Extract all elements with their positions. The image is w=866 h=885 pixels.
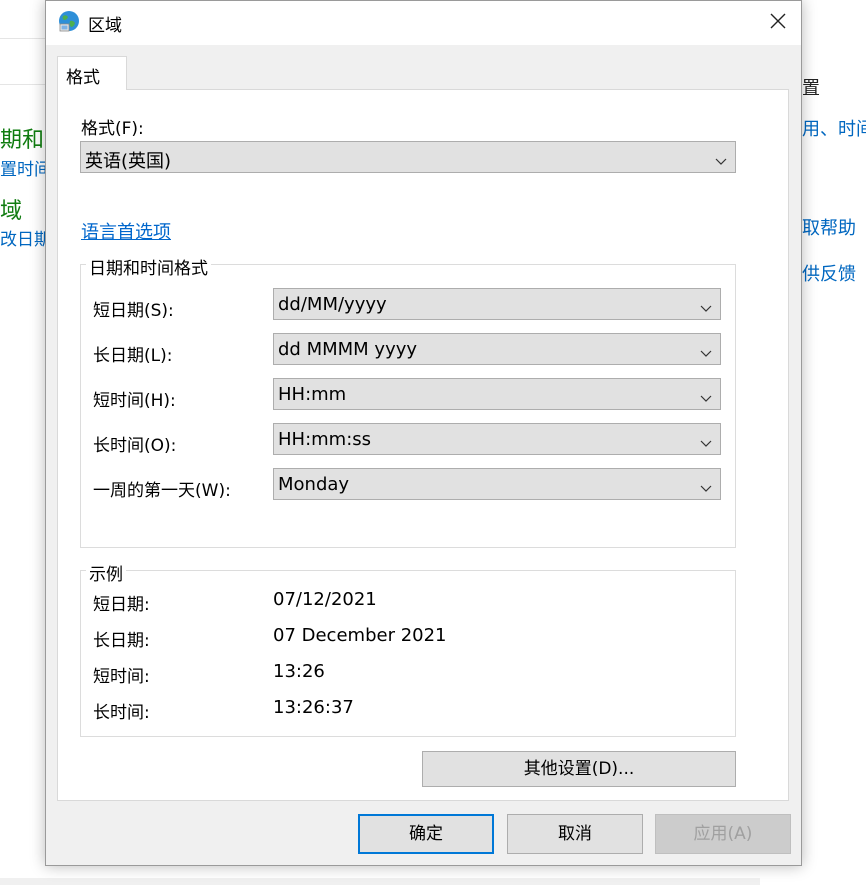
chevron-down-icon xyxy=(700,478,712,492)
format-dropdown-value: 英语(英国) xyxy=(85,151,172,172)
short-time-label: 短时间(H): xyxy=(93,391,176,411)
example-long-time-value: 13:26:37 xyxy=(273,697,354,718)
example-short-time-value: 13:26 xyxy=(273,661,325,682)
background-link-change-date[interactable]: 改日期 xyxy=(0,225,51,250)
other-settings-button[interactable]: 其他设置(D)... xyxy=(422,751,736,787)
first-day-of-week-value: Monday xyxy=(278,474,350,495)
example-long-date-value: 07 December 2021 xyxy=(273,625,447,646)
example-short-date-label: 短日期: xyxy=(93,595,150,615)
long-time-label: 长时间(O): xyxy=(93,436,177,456)
region-dialog: 区域 格式 格式(F): 英语(英国) 语言首选项 日期和时间格式 短日期(S)… xyxy=(45,0,802,866)
background-link-get-help[interactable]: 取帮助 xyxy=(802,214,856,240)
chevron-down-icon xyxy=(700,343,712,357)
long-time-value: HH:mm:ss xyxy=(278,429,372,450)
globe-icon xyxy=(58,10,80,32)
datetime-format-group: 日期和时间格式 短日期(S): dd/MM/yyyy 长日期(L): dd MM… xyxy=(80,254,736,548)
background-link-set-time[interactable]: 置时间 xyxy=(0,155,51,180)
apply-button: 应用(A) xyxy=(655,814,791,854)
background-link-related[interactable]: 用、时间 xyxy=(802,115,866,141)
chevron-down-icon xyxy=(700,298,712,312)
cancel-button[interactable]: 取消 xyxy=(507,814,643,854)
example-long-date-label: 长日期: xyxy=(93,631,150,651)
background-divider xyxy=(0,84,46,85)
format-dropdown[interactable]: 英语(英国) xyxy=(80,141,736,173)
example-long-time-label: 长时间: xyxy=(93,703,150,723)
format-tab-panel: 格式(F): 英语(英国) 语言首选项 日期和时间格式 短日期(S): dd/M… xyxy=(57,89,789,801)
long-time-dropdown[interactable]: HH:mm:ss xyxy=(273,423,721,455)
chevron-down-icon xyxy=(715,151,727,165)
datetime-group-title: 日期和时间格式 xyxy=(86,254,211,279)
short-time-dropdown[interactable]: HH:mm xyxy=(273,378,721,410)
first-day-of-week-dropdown[interactable]: Monday xyxy=(273,468,721,500)
background-link-feedback[interactable]: 供反馈 xyxy=(802,260,856,286)
background-heading-region: 域 xyxy=(0,199,23,224)
long-date-value: dd MMMM yyyy xyxy=(278,339,418,360)
language-preferences-link[interactable]: 语言首选项 xyxy=(81,218,171,244)
title-bar[interactable]: 区域 xyxy=(46,1,801,45)
example-short-date-value: 07/12/2021 xyxy=(273,589,377,610)
close-button[interactable] xyxy=(755,1,801,45)
format-label: 格式(F): xyxy=(81,119,144,139)
background-divider xyxy=(0,38,46,39)
long-date-dropdown[interactable]: dd MMMM yyyy xyxy=(273,333,721,365)
long-date-label: 长日期(L): xyxy=(93,346,173,366)
ok-button[interactable]: 确定 xyxy=(358,814,494,854)
background-heading-related: 置 xyxy=(802,78,820,99)
example-short-time-label: 短时间: xyxy=(93,667,150,687)
tab-format[interactable]: 格式 xyxy=(57,56,127,90)
background-heading-date-time: 期和 xyxy=(0,128,45,153)
close-icon xyxy=(770,13,786,33)
background-window-edge xyxy=(0,878,760,885)
dialog-title: 区域 xyxy=(88,16,122,36)
short-date-label: 短日期(S): xyxy=(93,301,174,321)
chevron-down-icon xyxy=(700,433,712,447)
short-date-value: dd/MM/yyyy xyxy=(278,294,387,315)
short-time-value: HH:mm xyxy=(278,384,347,405)
example-group-title: 示例 xyxy=(86,560,126,585)
short-date-dropdown[interactable]: dd/MM/yyyy xyxy=(273,288,721,320)
example-group: 示例 短日期: 07/12/2021 长日期: 07 December 2021… xyxy=(80,560,736,737)
chevron-down-icon xyxy=(700,388,712,402)
first-day-of-week-label: 一周的第一天(W): xyxy=(93,481,231,501)
